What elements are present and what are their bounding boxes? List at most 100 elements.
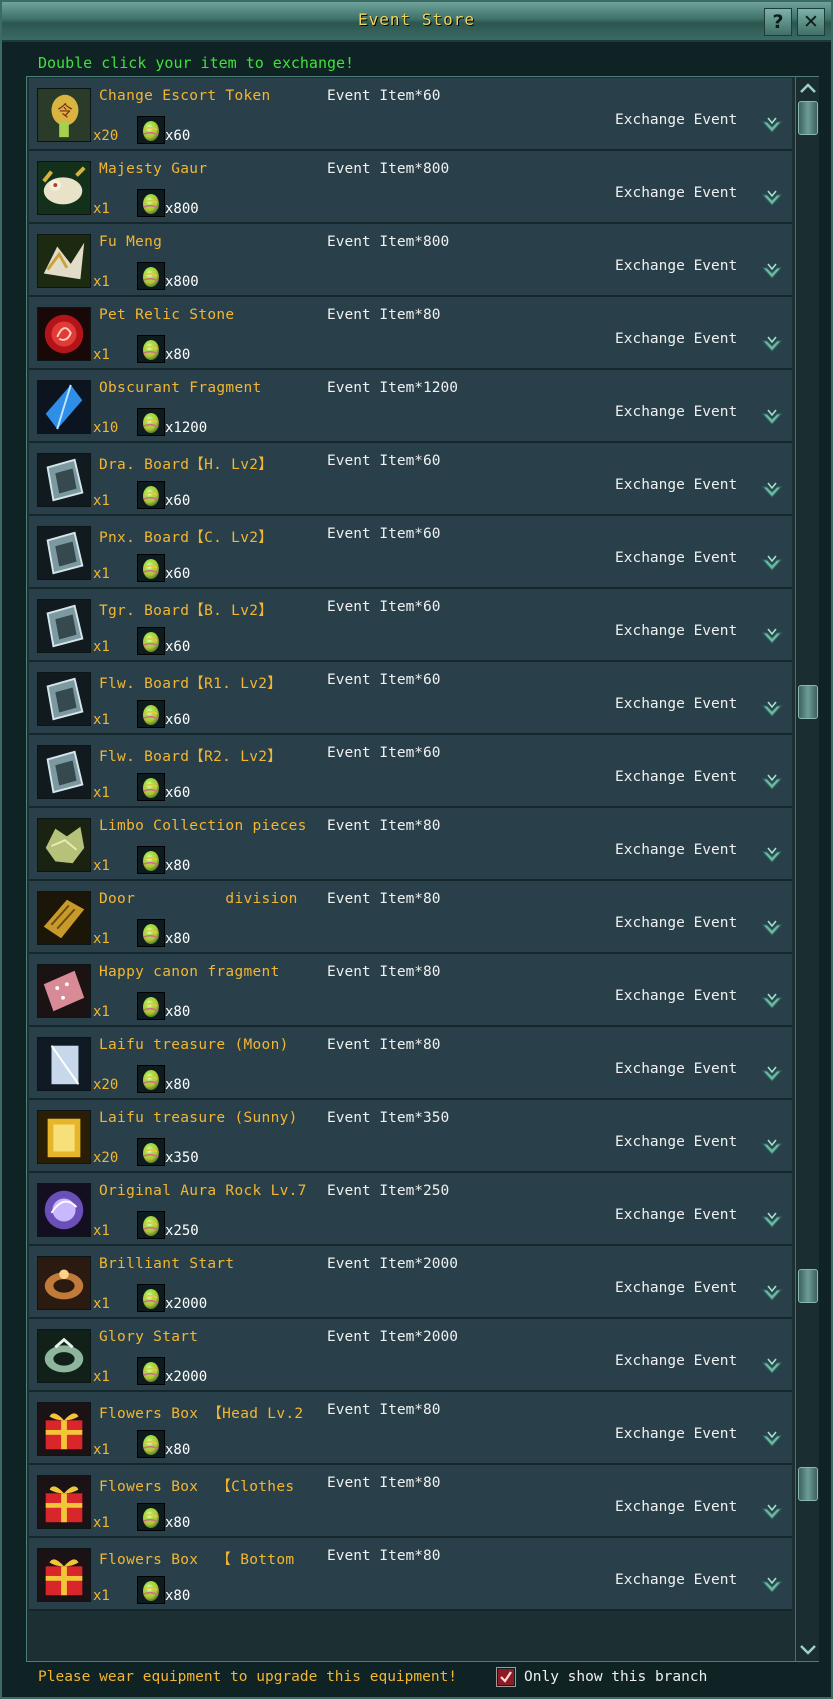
gift-box-icon (37, 1402, 91, 1456)
item-requirement: Event Item*2000 (327, 1256, 458, 1272)
item-row[interactable]: Limbo Collection pieces Event Item*80 x1… (29, 808, 792, 881)
chevron-down-icon[interactable] (759, 116, 785, 138)
chevron-down-icon[interactable] (759, 1430, 785, 1452)
item-row[interactable]: Flowers Box 【 Bottom Event Item*80 x1 x8… (29, 1538, 792, 1611)
item-row[interactable]: 令 Change Escort Token Event Item*60 x20 … (29, 78, 792, 151)
item-quantity: x1 (93, 858, 110, 874)
item-row[interactable]: Pet Relic Stone Event Item*80 x1 x80 Exc… (29, 297, 792, 370)
event-item-egg-icon (137, 919, 165, 947)
event-item-egg-icon (137, 700, 165, 728)
item-name: Laifu treasure (Moon) (99, 1037, 289, 1053)
item-name: Pnx. Board【C. Lv2】 (99, 530, 274, 546)
chevron-down-icon[interactable] (759, 262, 785, 284)
help-button[interactable]: ? (764, 8, 792, 36)
chevron-down-icon[interactable] (759, 189, 785, 211)
checkbox-label[interactable]: Only show this branch (524, 1669, 707, 1685)
item-cost: x250 (165, 1223, 199, 1239)
scroll-thumb[interactable] (798, 101, 818, 135)
event-item-egg-icon (137, 262, 165, 290)
item-row[interactable]: Tgr. Board【B. Lv2】 Event Item*60 x1 x60 … (29, 589, 792, 662)
item-requirement: Event Item*80 (327, 1037, 441, 1053)
checkmark-icon (498, 1669, 514, 1685)
item-row[interactable]: Fu Meng Event Item*800 x1 x800 Exchange … (29, 224, 792, 297)
item-list[interactable]: 令 Change Escort Token Event Item*60 x20 … (26, 76, 819, 1662)
scrollbar[interactable] (795, 77, 819, 1661)
gaur-mount-icon (37, 161, 91, 215)
event-store-window: Event Store ? ✕ Double click your item t… (0, 0, 833, 1699)
item-cost: x60 (165, 639, 191, 655)
exchange-type: Exchange Event (615, 477, 738, 493)
chevron-down-icon[interactable] (759, 773, 785, 795)
scroll-marker[interactable] (798, 1269, 818, 1303)
item-cost: x80 (165, 1442, 191, 1458)
chevron-down-icon[interactable] (759, 627, 785, 649)
chevron-down-icon[interactable] (759, 1576, 785, 1598)
item-row[interactable]: Flowers Box 【Clothes Event Item*80 x1 x8… (29, 1465, 792, 1538)
item-row[interactable]: Glory Start Event Item*2000 x1 x2000 Exc… (29, 1319, 792, 1392)
chevron-down-icon[interactable] (759, 554, 785, 576)
item-quantity: x1 (93, 274, 110, 290)
chevron-down-icon[interactable] (759, 335, 785, 357)
item-row[interactable]: Flw. Board【R1. Lv2】 Event Item*60 x1 x60 (29, 662, 792, 735)
only-show-branch-checkbox[interactable] (496, 1667, 516, 1687)
chevron-down-icon[interactable] (759, 1284, 785, 1306)
item-cost: x80 (165, 858, 191, 874)
item-name: Dra. Board【H. Lv2】 (99, 457, 274, 473)
item-row[interactable]: Door division Event Item*80 x1 x80 Excha… (29, 881, 792, 954)
item-row[interactable]: Brilliant Start Event Item*2000 x1 x2000 (29, 1246, 792, 1319)
event-item-egg-icon (137, 992, 165, 1020)
chevron-down-icon[interactable] (759, 1357, 785, 1379)
scroll-up-icon[interactable] (798, 79, 818, 99)
chevron-down-icon[interactable] (759, 408, 785, 430)
item-name: Flw. Board【R2. Lv2】 (99, 749, 283, 765)
scroll-down-icon[interactable] (798, 1639, 818, 1659)
item-cost: x2000 (165, 1296, 208, 1312)
chevron-down-icon[interactable] (759, 481, 785, 503)
chevron-down-icon[interactable] (759, 1503, 785, 1525)
item-requirement: Event Item*1200 (327, 380, 458, 396)
item-name: Flowers Box 【 Bottom (99, 1552, 295, 1568)
item-requirement: Event Item*80 (327, 818, 441, 834)
event-item-egg-icon (137, 481, 165, 509)
svg-text:令: 令 (57, 102, 72, 120)
chevron-down-icon[interactable] (759, 1065, 785, 1087)
chevron-down-icon[interactable] (759, 700, 785, 722)
item-row[interactable]: Original Aura Rock Lv.7 Event Item*250 x… (29, 1173, 792, 1246)
board-icon (37, 745, 91, 799)
item-name: Change Escort Token (99, 88, 271, 104)
chevron-down-icon[interactable] (759, 1138, 785, 1160)
close-button[interactable]: ✕ (797, 8, 825, 36)
scroll-marker[interactable] (798, 685, 818, 719)
title-bar[interactable]: Event Store ? ✕ (2, 2, 831, 42)
item-quantity: x20 (93, 1150, 119, 1166)
item-row[interactable]: Happy canon fragment Event Item*80 x1 x8… (29, 954, 792, 1027)
item-row[interactable]: Majesty Gaur Event Item*800 x1 x800 Exch… (29, 151, 792, 224)
chevron-down-icon[interactable] (759, 846, 785, 868)
scroll-marker[interactable] (798, 1467, 818, 1501)
chevron-down-icon[interactable] (759, 1211, 785, 1233)
item-row[interactable]: Obscurant Fragment Event Item*1200 x10 x… (29, 370, 792, 443)
item-name: Original Aura Rock Lv.7 (99, 1183, 307, 1199)
event-item-egg-icon (137, 408, 165, 436)
exchange-type: Exchange Event (615, 1280, 738, 1296)
item-row[interactable]: Laifu treasure (Moon) Event Item*80 x20 … (29, 1027, 792, 1100)
item-row[interactable]: Flowers Box 【Head Lv.2 Event Item*80 x1 … (29, 1392, 792, 1465)
event-item-egg-icon (137, 627, 165, 655)
item-quantity: x20 (93, 128, 119, 144)
item-quantity: x1 (93, 566, 110, 582)
item-requirement: Event Item*2000 (327, 1329, 458, 1345)
aura-rock-icon (37, 1183, 91, 1237)
item-row[interactable]: Laifu treasure (Sunny) Event Item*350 x2… (29, 1100, 792, 1173)
item-row[interactable]: Flw. Board【R2. Lv2】 Event Item*60 x1 x60 (29, 735, 792, 808)
chevron-down-icon[interactable] (759, 919, 785, 941)
event-item-egg-icon (137, 846, 165, 874)
relic-stone-icon (37, 307, 91, 361)
exchange-type: Exchange Event (615, 185, 738, 201)
chevron-down-icon[interactable] (759, 992, 785, 1014)
item-row[interactable]: Dra. Board【H. Lv2】 Event Item*60 x1 x60 … (29, 443, 792, 516)
item-cost: x80 (165, 1588, 191, 1604)
item-requirement: Event Item*60 (327, 453, 441, 469)
item-row[interactable]: Pnx. Board【C. Lv2】 Event Item*60 x1 x60 … (29, 516, 792, 589)
item-cost: x80 (165, 1077, 191, 1093)
item-cost: x800 (165, 201, 199, 217)
